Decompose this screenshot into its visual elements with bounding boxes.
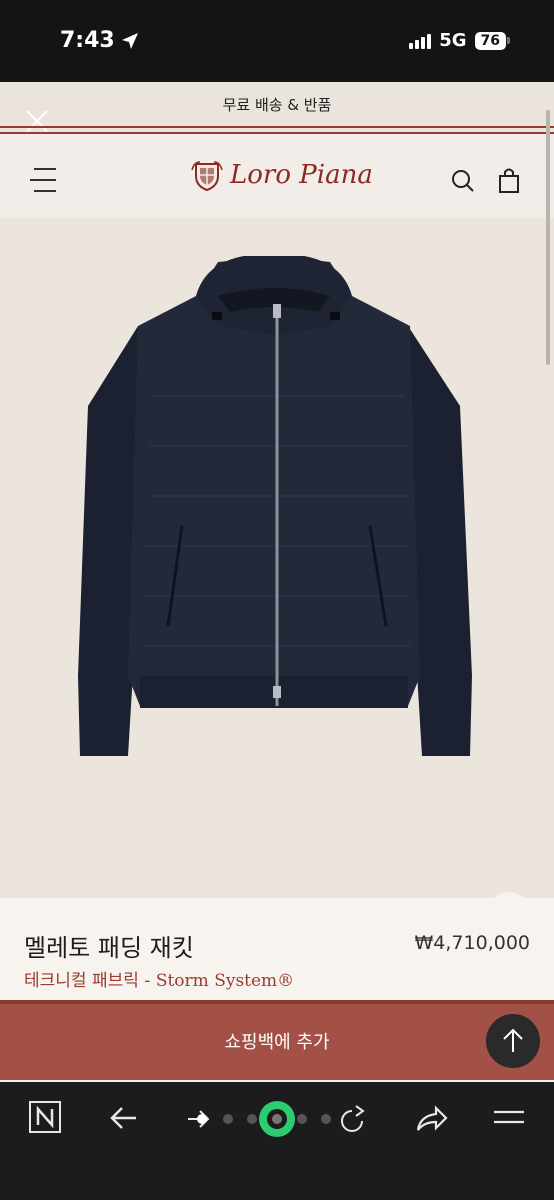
product-info: 멜레토 패딩 재킷 ₩4,710,000 테크니컬 패브릭 - Storm Sy… xyxy=(0,898,554,1002)
arrow-up-icon xyxy=(503,1028,523,1052)
add-to-bag-button[interactable]: 쇼핑백에 추가 xyxy=(0,1000,554,1080)
hamburger-menu-icon[interactable] xyxy=(30,168,60,192)
battery-level: 76 xyxy=(474,31,506,50)
search-icon[interactable] xyxy=(450,168,476,194)
promo-divider-top xyxy=(0,126,554,128)
product-subtitle[interactable]: 테크니컬 패브릭 - Storm System® xyxy=(24,966,294,991)
brand-logo[interactable]: Loro Piana xyxy=(190,158,373,192)
scroll-to-top-button[interactable] xyxy=(486,1014,540,1068)
close-icon[interactable] xyxy=(24,108,50,134)
web-page: 무료 배송 & 반품 Loro Piana 멜레토 패딩 재킷 ₩4,710,0… xyxy=(0,82,554,1082)
product-price: ₩4,710,000 xyxy=(414,932,530,954)
product-image xyxy=(78,256,472,756)
crest-icon xyxy=(191,161,223,192)
naver-n-icon[interactable] xyxy=(28,1100,62,1134)
share-icon[interactable] xyxy=(414,1102,448,1134)
location-arrow-icon xyxy=(122,33,138,49)
add-to-bag-label: 쇼핑백에 추가 xyxy=(224,1032,330,1053)
signal-icon xyxy=(409,33,432,49)
status-time: 7:43 xyxy=(60,28,115,53)
battery-icon: 76 xyxy=(474,31,510,50)
promo-text: 무료 배송 & 반품 xyxy=(222,96,332,114)
logo-wordmark: Loro Piana xyxy=(230,160,373,190)
subtitle-en: Storm System® xyxy=(155,971,295,991)
product-name: 멜레토 패딩 재킷 xyxy=(24,934,194,962)
product-image-carousel[interactable] xyxy=(0,218,554,938)
back-arrow-icon[interactable] xyxy=(108,1102,140,1134)
browser-toolbar xyxy=(0,1082,554,1200)
menu-icon[interactable] xyxy=(492,1106,526,1130)
promo-divider-bottom xyxy=(0,132,554,134)
status-bar: 7:43 5G 76 xyxy=(0,0,554,82)
subtitle-ko: 테크니컬 패브릭 - xyxy=(24,971,156,991)
shopping-bag-icon[interactable] xyxy=(497,166,521,194)
network-label: 5G xyxy=(439,30,467,51)
tab-gesture-control[interactable] xyxy=(180,1094,370,1144)
scrollbar[interactable] xyxy=(546,110,550,365)
